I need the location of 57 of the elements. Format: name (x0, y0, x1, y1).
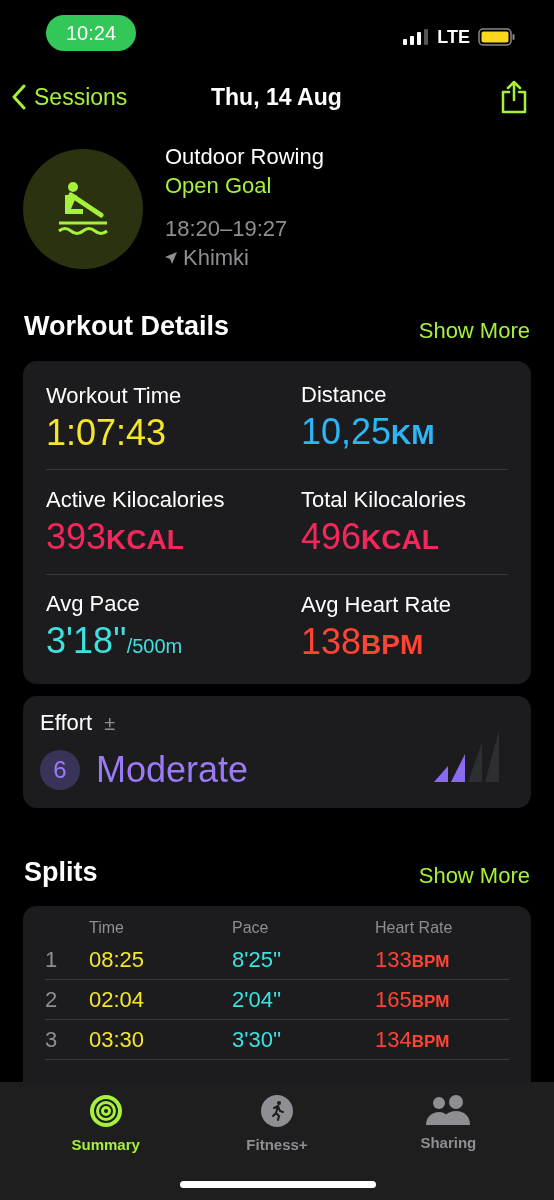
show-more-link[interactable]: Show More (418, 313, 530, 347)
location-arrow-icon (165, 251, 177, 264)
metric-value: 138BPM (301, 621, 425, 664)
split-time: 03:30 (89, 1026, 146, 1054)
metric-label: Active Kilocalories (46, 485, 226, 514)
split-pace: 3'30'' (232, 1026, 283, 1054)
metric-label: Distance (301, 380, 388, 409)
location: Khimki (183, 244, 249, 272)
split-number: 3 (45, 1026, 59, 1054)
people-icon (425, 1094, 472, 1126)
tab[interactable]: Sharing (388, 1094, 509, 1158)
workout-name: Outdoor Rowing (165, 143, 324, 171)
split-number: 1 (45, 946, 59, 974)
section-title: Splits (24, 855, 98, 889)
metric-label: Avg Heart Rate (301, 591, 452, 619)
adjust-icon: ± (104, 707, 116, 738)
show-more-link[interactable]: Show More (418, 859, 530, 892)
metric-value: 393KCAL (46, 515, 185, 559)
effort-card[interactable]: Effort ± 6 Moderate (23, 695, 531, 808)
section-title: Workout Details (24, 310, 230, 343)
metric-label: Total Kilocalories (301, 485, 468, 514)
column-header: Time (89, 918, 125, 938)
effort-score: 6 (40, 750, 80, 790)
chevron-left-icon (12, 84, 26, 110)
column-header: Heart Rate (375, 918, 454, 938)
share-button[interactable] (500, 80, 528, 114)
time-range: 18:20–19:27 (165, 215, 289, 243)
battery-icon (478, 28, 516, 46)
split-heart-rate: 134BPM (375, 1026, 451, 1054)
split-pace: 8'25'' (232, 946, 283, 974)
split-number: 2 (45, 986, 59, 1014)
metric-value: 3'18''/500m (46, 620, 184, 663)
column-header: Pace (232, 918, 270, 938)
nav-title: Thu, 14 Aug (211, 82, 342, 112)
metric-value: 10,25KM (301, 410, 436, 454)
tab[interactable]: Fitness+ (217, 1094, 337, 1158)
clock: 10:24 (46, 15, 137, 51)
share-icon (500, 80, 528, 114)
signal-icon (403, 29, 430, 45)
split-heart-rate: 133BPM (375, 946, 451, 974)
split-time: 02:04 (89, 986, 146, 1014)
split-time: 08:25 (89, 946, 146, 974)
effort-rating: Moderate (96, 748, 249, 792)
workout-goal: Open Goal (165, 172, 273, 200)
runner-icon (260, 1094, 294, 1128)
metric-value: 496KCAL (301, 515, 440, 559)
metric-label: Avg Pace (46, 590, 141, 618)
rowing-icon (57, 181, 109, 237)
metric-value: 1:07:43 (46, 412, 168, 454)
rings-icon (88, 1094, 123, 1128)
split-heart-rate: 165BPM (375, 986, 451, 1014)
back-button[interactable]: Sessions (12, 79, 128, 115)
effort-label: Effort (40, 709, 93, 737)
network-label: LTE (437, 25, 470, 49)
tab[interactable]: Summary (45, 1094, 166, 1158)
metric-label: Workout Time (46, 382, 183, 410)
split-pace: 2'04'' (232, 986, 283, 1014)
